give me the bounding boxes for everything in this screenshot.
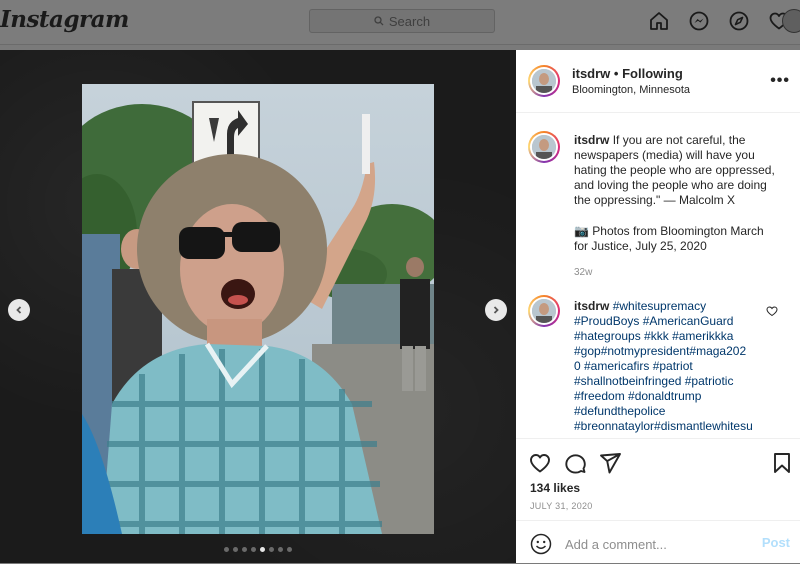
carousel-dot [242,547,247,552]
author-avatar[interactable] [528,65,560,97]
explore-icon[interactable] [728,10,750,32]
post-side-panel: itsdrw • Following Bloomington, Minnesot… [516,50,800,563]
carousel-indicator [0,547,516,552]
hashtag-line[interactable]: #gop#notmypresident#maga202 [574,344,746,358]
carousel-dot [269,547,274,552]
save-icon[interactable] [770,451,794,475]
caption: itsdrw If you are not careful, the newsp… [574,133,780,208]
hashtag-comment: itsdrw #whitesupremacy #ProudBoys #Ameri… [574,299,780,434]
instagram-logo[interactable]: Instagram [0,6,129,33]
media-pane [0,50,516,563]
following-button[interactable]: Following [622,66,683,81]
caption-avatar[interactable] [528,131,560,163]
post-actions: 134 likes JULY 31, 2020 [516,438,800,521]
comments-section: itsdrw If you are not careful, the newsp… [516,113,800,438]
previous-button[interactable] [8,299,30,321]
search-box[interactable]: Search [309,9,495,33]
carousel-dot [233,547,238,552]
carousel-dot [287,547,292,552]
comment-username[interactable]: itsdrw [574,299,609,313]
emoji-icon[interactable] [530,533,552,555]
carousel-dot [260,547,265,552]
more-options-button[interactable]: ••• [770,72,790,90]
post-photo [82,84,434,534]
hashtag-line[interactable]: #shallnotbeinfringed #patriotic [574,374,733,388]
post-date[interactable]: JULY 31, 2020 [530,501,593,511]
like-count[interactable]: 134 likes [530,481,580,495]
comment-input[interactable] [563,533,757,555]
share-icon[interactable] [598,451,622,475]
hashtag-line[interactable]: #freedom #donaldtrump [574,389,701,403]
carousel-dot [224,547,229,552]
search-icon [374,16,384,26]
search-placeholder: Search [388,13,431,29]
hashtag-line[interactable]: 0 #americafirs #patriot [574,359,693,373]
comment-icon[interactable] [563,451,587,475]
next-button[interactable] [485,299,507,321]
comment-avatar[interactable] [528,295,560,327]
hashtag-line[interactable]: #defundthepolice [574,404,665,418]
hashtag-line[interactable]: #hategroups #kkk #amerikkka [574,329,733,343]
carousel-dot [251,547,256,552]
top-nav: Instagram Search [0,0,800,45]
post-location[interactable]: Bloomington, Minnesota [572,84,690,96]
profile-avatar[interactable] [782,9,800,33]
caption-photo-note: 📷 Photos from Bloomington March for Just… [574,224,764,253]
hashtag-line[interactable]: #whitesupremacy [613,299,706,313]
like-icon[interactable] [528,451,552,475]
author-username-row: itsdrw • Following [572,66,683,81]
caption-age[interactable]: 32w [574,267,592,278]
author-username[interactable]: itsdrw [572,66,610,81]
add-comment-bar: Post [516,520,800,564]
hashtag-line[interactable]: #ProudBoys #AmericanGuard [574,314,733,328]
separator-dot: • [613,66,619,81]
chevron-left-icon [16,306,22,314]
carousel-dot [278,547,283,552]
chevron-right-icon [493,306,499,314]
comment-like-icon[interactable] [766,305,778,317]
post-comment-button[interactable]: Post [762,535,790,550]
home-icon[interactable] [648,10,670,32]
hashtag-line[interactable]: #breonnataylor#dismantlewhitesu [574,419,753,433]
post-header: itsdrw • Following Bloomington, Minnesot… [516,50,800,113]
caption-username[interactable]: itsdrw [574,133,609,147]
messenger-icon[interactable] [688,10,710,32]
